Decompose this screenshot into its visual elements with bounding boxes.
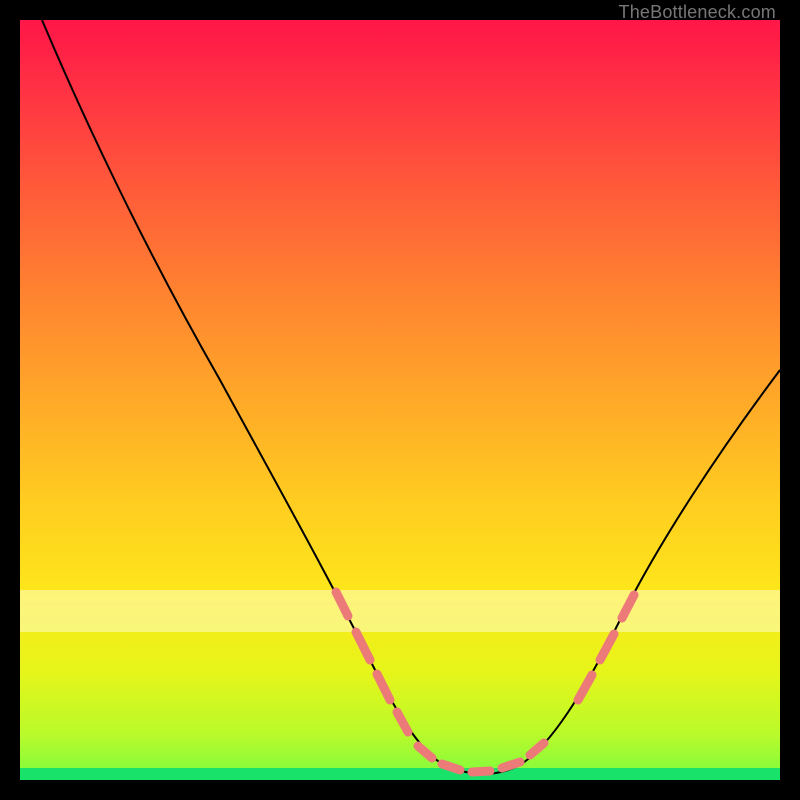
plot-area <box>20 20 780 780</box>
left-descent-dash <box>336 592 408 732</box>
valley-dash <box>418 743 544 772</box>
right-ascent-dash <box>578 595 634 700</box>
watermark-text: TheBottleneck.com <box>619 2 776 23</box>
bottleneck-curve <box>42 20 780 774</box>
chart-frame: TheBottleneck.com <box>0 0 800 800</box>
curve-layer <box>20 20 780 780</box>
